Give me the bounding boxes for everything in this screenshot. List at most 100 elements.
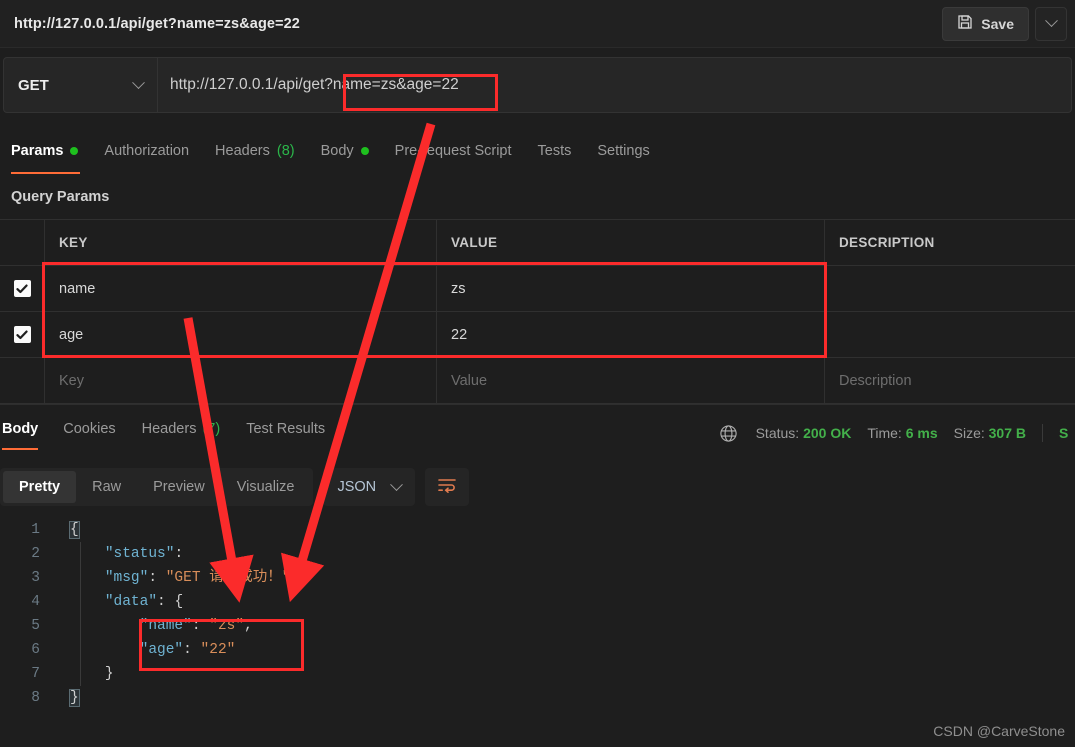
code-token: "msg" <box>104 570 149 586</box>
text-wrap-icon <box>437 476 457 499</box>
code-line: } <box>70 662 299 686</box>
param-enabled-checkbox[interactable] <box>13 280 31 297</box>
body-format-select[interactable]: JSON <box>323 468 416 506</box>
method-select[interactable]: GET <box>3 57 158 113</box>
method-label: GET <box>18 76 49 94</box>
row-checkbox-cell <box>0 358 45 403</box>
table-row: name zs <box>0 266 1075 312</box>
tab-pre-request-script-label: Pre-request Script <box>394 143 512 159</box>
param-value[interactable]: 22 <box>437 312 825 357</box>
tab-body-label: Body <box>320 143 354 159</box>
tab-tests[interactable]: Tests <box>525 136 585 166</box>
line-number: 7 <box>31 666 40 682</box>
tab-params-label: Params <box>11 143 64 159</box>
query-params-table: KEY VALUE DESCRIPTION name zs age 22 Key… <box>0 219 1075 404</box>
status-group: Status: 200 OK <box>756 425 852 441</box>
header-cell-value: VALUE <box>437 220 825 265</box>
time-group: Time: 6 ms <box>867 425 937 441</box>
code-token: "name" <box>139 618 192 634</box>
new-param-description-input[interactable]: Description <box>825 358 1075 403</box>
text-wrap-button[interactable] <box>425 468 470 506</box>
body-view-raw[interactable]: Raw <box>76 471 137 503</box>
tab-authorization[interactable]: Authorization <box>91 136 202 166</box>
code-line: { <box>69 518 299 542</box>
globe-icon <box>719 424 738 443</box>
code-token: "GET 请求成功！" <box>165 570 291 586</box>
code-token: { <box>69 521 80 539</box>
url-base-text: http://127.0.0.1/api/get? <box>170 76 333 93</box>
tab-body[interactable]: Body <box>308 136 382 166</box>
table-row-placeholder: Key Value Description <box>0 358 1075 404</box>
line-number: 3 <box>31 570 40 586</box>
param-key[interactable]: name <box>45 266 437 311</box>
url-input[interactable]: http://127.0.0.1/api/get? name=zs&age=22 <box>158 57 1072 113</box>
body-format-label: JSON <box>337 479 377 495</box>
response-body-code[interactable]: 1 2 3 4 5 6 7 8 { "status": "msg": "GET 请求成功！",… <box>0 518 1075 728</box>
url-row: GET http://127.0.0.1/api/get? name=zs&age… <box>0 57 1075 113</box>
response-body-toolbar: Pretty Raw Preview Visualize JSON <box>0 466 1075 508</box>
param-enabled-checkbox[interactable] <box>13 326 31 343</box>
tab-authorization-label: Authorization <box>104 143 190 159</box>
body-view-visualize[interactable]: Visualize <box>221 471 311 503</box>
title-bar-actions: Save <box>942 0 1075 47</box>
line-number: 1 <box>31 522 40 538</box>
tab-headers-label: Headers <box>215 143 270 159</box>
code-token: : <box>191 618 210 634</box>
tab-pre-request-script[interactable]: Pre-request Script <box>382 136 525 166</box>
param-key[interactable]: age <box>45 312 437 357</box>
save-options-button[interactable] <box>1035 6 1067 41</box>
code-token: "age" <box>139 642 184 658</box>
code-token: } <box>69 689 80 707</box>
request-tabs: Params Authorization Headers (8) Body Pr… <box>0 136 1075 174</box>
tab-tests-label: Tests <box>537 143 572 159</box>
chevron-down-icon <box>390 477 404 491</box>
code-token: "data" <box>104 594 158 610</box>
response-tab-cookies[interactable]: Cookies <box>50 415 128 443</box>
param-description[interactable] <box>825 266 1075 311</box>
code-token: : <box>174 546 192 562</box>
tab-settings[interactable]: Settings <box>584 136 662 166</box>
response-tab-headers[interactable]: Headers (7) <box>129 415 234 443</box>
save-button[interactable]: Save <box>942 6 1029 41</box>
param-value[interactable]: zs <box>437 266 825 311</box>
param-description[interactable] <box>825 312 1075 357</box>
code-lines: { "status": "msg": "GET 请求成功！", "data": … <box>69 518 300 710</box>
header-cell-check <box>0 220 45 265</box>
tab-params[interactable]: Params <box>0 136 91 174</box>
table-header-row: KEY VALUE DESCRIPTION <box>0 219 1075 266</box>
watermark: CSDN @CarveStone <box>933 723 1065 739</box>
line-number: 8 <box>31 690 40 706</box>
header-cell-description: DESCRIPTION <box>839 235 935 250</box>
code-line: "status": <box>70 542 299 566</box>
code-token: : <box>157 594 175 610</box>
code-line: "data": { <box>70 590 299 614</box>
code-token: "status" <box>104 546 175 562</box>
line-number-gutter: 1 2 3 4 5 6 7 8 <box>0 518 48 710</box>
row-checkbox-cell <box>0 266 45 311</box>
table-row: age 22 <box>0 312 1075 358</box>
code-token: { <box>174 594 184 610</box>
response-tab-body[interactable]: Body <box>0 415 50 450</box>
response-divider <box>0 404 1075 405</box>
save-response-action-truncated[interactable]: S <box>1059 425 1069 441</box>
floppy-disk-icon <box>957 14 973 33</box>
line-number: 5 <box>31 618 40 634</box>
tab-headers-count: (8) <box>276 143 295 159</box>
new-param-value-input[interactable]: Value <box>437 358 825 403</box>
tab-headers[interactable]: Headers (8) <box>202 136 308 166</box>
code-line: "name": "zs", <box>70 614 299 638</box>
code-token: : <box>148 570 166 586</box>
body-view-pretty[interactable]: Pretty <box>3 471 77 503</box>
response-tab-test-results[interactable]: Test Results <box>233 415 338 443</box>
header-cell-key: KEY <box>45 220 437 265</box>
new-param-key-input[interactable]: Key <box>45 358 437 403</box>
time-label: Time: <box>867 425 902 441</box>
body-view-preview[interactable]: Preview <box>137 471 221 503</box>
line-number: 6 <box>31 642 40 658</box>
code-token: , <box>290 570 300 586</box>
